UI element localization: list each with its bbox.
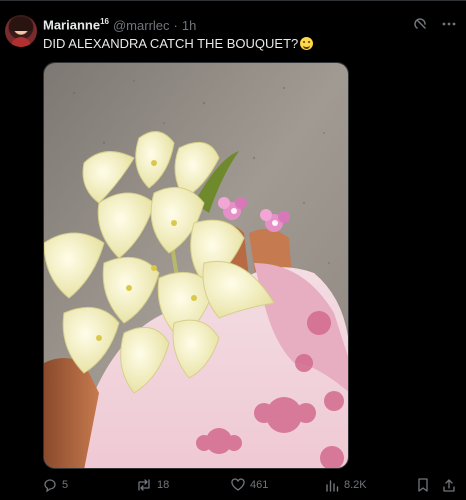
avatar[interactable]: [5, 15, 37, 47]
bookmark-icon: [418, 478, 428, 492]
bookmark-button[interactable]: [417, 478, 429, 492]
top-icons: [414, 17, 456, 31]
views-button[interactable]: 8.2K: [325, 478, 367, 492]
name-superscript: 16: [100, 17, 109, 27]
tweet-photo[interactable]: [43, 62, 349, 469]
timestamp[interactable]: 1h: [182, 18, 196, 33]
tweet-text-content: DID ALEXANDRA CATCH THE BOUQUET?: [43, 36, 299, 51]
like-count: 461: [250, 479, 269, 491]
display-name[interactable]: Marianne16: [43, 17, 109, 32]
grinning-emoji-icon: [300, 37, 314, 50]
reply-button[interactable]: 5: [43, 478, 68, 492]
action-bar: 5 18 461 8.2K: [43, 478, 457, 496]
repost-button[interactable]: 18: [136, 478, 169, 492]
views-icon: [326, 480, 339, 492]
handle[interactable]: @marrlec: [113, 18, 170, 33]
share-button[interactable]: [443, 478, 455, 492]
share-icon: [443, 479, 455, 492]
like-button[interactable]: 461: [231, 478, 268, 492]
views-count: 8.2K: [344, 479, 367, 491]
repost-count: 18: [157, 479, 170, 491]
reply-icon: [44, 479, 56, 492]
tweet-text: DID ALEXANDRA CATCH THE BOUQUET?: [43, 36, 314, 51]
tweet[interactable]: Marianne16 @marrlec · 1h DID ALEXANDRA C…: [0, 0, 466, 500]
like-icon: [231, 478, 245, 491]
tweet-header: Marianne16 @marrlec · 1h: [43, 16, 196, 34]
reply-count: 5: [62, 479, 69, 491]
grok-icon[interactable]: [414, 17, 428, 31]
separator: ·: [173, 17, 178, 33]
more-icon[interactable]: [442, 17, 456, 31]
repost-icon: [138, 479, 150, 491]
